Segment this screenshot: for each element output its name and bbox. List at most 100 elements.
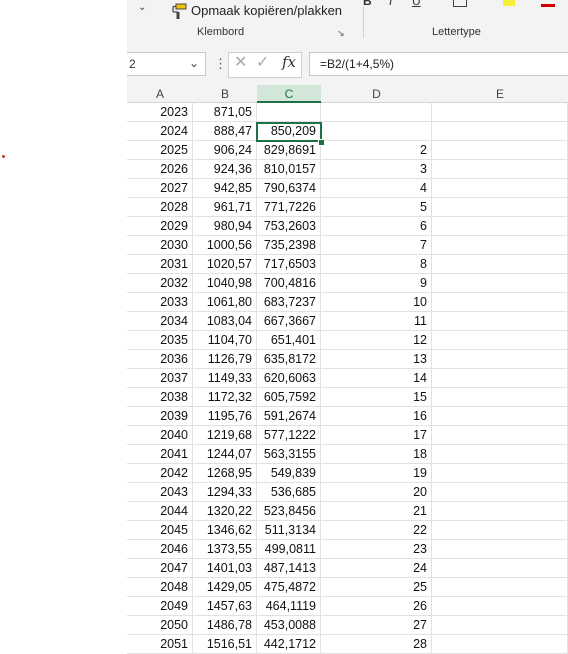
enter-icon[interactable]: ✓ <box>256 52 269 72</box>
cell-b[interactable]: 1172,32 <box>193 388 257 407</box>
cell-d[interactable]: 7 <box>321 236 432 255</box>
italic-button[interactable]: I <box>389 0 392 8</box>
cell-b[interactable]: 888,47 <box>193 122 257 141</box>
cell-a[interactable]: 2029 <box>127 217 193 236</box>
cell-c[interactable]: 620,6063 <box>257 369 321 388</box>
cell-c[interactable]: 487,1413 <box>257 559 321 578</box>
font-color-icon[interactable] <box>541 4 555 7</box>
cell-a[interactable]: 2025 <box>127 141 193 160</box>
column-header-b[interactable]: B <box>193 85 257 103</box>
cell-a[interactable]: 2045 <box>127 521 193 540</box>
cell-c[interactable]: 717,6503 <box>257 255 321 274</box>
cell-c[interactable]: 735,2398 <box>257 236 321 255</box>
cell-b[interactable]: 1486,78 <box>193 616 257 635</box>
cell-a[interactable]: 2028 <box>127 198 193 217</box>
chevron-down-icon[interactable]: ⌄ <box>189 56 199 70</box>
cell-e[interactable] <box>432 255 568 274</box>
cell-a[interactable]: 2036 <box>127 350 193 369</box>
cell-e[interactable] <box>432 388 568 407</box>
cell-d[interactable]: 18 <box>321 445 432 464</box>
cell-c[interactable]: 790,6374 <box>257 179 321 198</box>
format-painter-label[interactable]: Opmaak kopiëren/plakken <box>191 3 342 18</box>
column-header-c[interactable]: C <box>257 85 321 103</box>
cell-b[interactable]: 924,36 <box>193 160 257 179</box>
cell-c[interactable]: 499,0811 <box>257 540 321 559</box>
bold-button[interactable]: B <box>363 0 372 8</box>
spreadsheet-grid[interactable]: A B C D E 2023 871,05 2024 888,47 850,209 202… <box>127 85 568 654</box>
cell-a[interactable]: 2037 <box>127 369 193 388</box>
cell-a[interactable]: 2026 <box>127 160 193 179</box>
cell-b[interactable]: 1219,68 <box>193 426 257 445</box>
cell-e[interactable] <box>432 312 568 331</box>
cell-a[interactable]: 2046 <box>127 540 193 559</box>
cell-e[interactable] <box>432 502 568 521</box>
cell-e[interactable] <box>432 141 568 160</box>
cell-c[interactable]: 536,685 <box>257 483 321 502</box>
cell-a[interactable]: 2038 <box>127 388 193 407</box>
cell-b[interactable]: 1401,03 <box>193 559 257 578</box>
cell-d[interactable]: 8 <box>321 255 432 274</box>
cell-d[interactable]: 23 <box>321 540 432 559</box>
insert-function-button[interactable]: fx <box>282 53 296 71</box>
cell-b[interactable]: 906,24 <box>193 141 257 160</box>
cell-b[interactable]: 1346,62 <box>193 521 257 540</box>
cell-d[interactable]: 25 <box>321 578 432 597</box>
cell-e[interactable] <box>432 483 568 502</box>
cell-e[interactable] <box>432 179 568 198</box>
cell-d[interactable]: 24 <box>321 559 432 578</box>
cell-d[interactable]: 3 <box>321 160 432 179</box>
cell-d[interactable]: 15 <box>321 388 432 407</box>
cell-e[interactable] <box>432 198 568 217</box>
cell-c[interactable]: 563,3155 <box>257 445 321 464</box>
cell-d[interactable] <box>321 103 432 122</box>
cell-d[interactable]: 5 <box>321 198 432 217</box>
cell-d[interactable]: 12 <box>321 331 432 350</box>
cell-a[interactable]: 2044 <box>127 502 193 521</box>
column-header-e[interactable]: E <box>432 85 568 103</box>
cell-a[interactable]: 2031 <box>127 255 193 274</box>
cell-e[interactable] <box>432 160 568 179</box>
cell-d[interactable]: 9 <box>321 274 432 293</box>
cell-e[interactable] <box>432 521 568 540</box>
cell-d[interactable]: 4 <box>321 179 432 198</box>
cell-c[interactable]: 511,3134 <box>257 521 321 540</box>
cell-c[interactable]: 475,4872 <box>257 578 321 597</box>
cell-b[interactable]: 1268,95 <box>193 464 257 483</box>
cell-c[interactable]: 442,1712 <box>257 635 321 654</box>
cancel-icon[interactable]: ✕ <box>234 52 247 72</box>
cell-a[interactable]: 2042 <box>127 464 193 483</box>
cell-b[interactable]: 1294,33 <box>193 483 257 502</box>
cell-a[interactable]: 2032 <box>127 274 193 293</box>
cell-e[interactable] <box>432 616 568 635</box>
cell-e[interactable] <box>432 274 568 293</box>
cell-b[interactable]: 1061,80 <box>193 293 257 312</box>
cell-e[interactable] <box>432 407 568 426</box>
cell-c[interactable]: 829,8691 <box>257 141 321 160</box>
cell-b[interactable]: 1083,04 <box>193 312 257 331</box>
fill-handle[interactable] <box>318 139 325 146</box>
formula-input[interactable]: =B2/(1+4,5%) <box>309 52 568 76</box>
cell-c[interactable]: 591,2674 <box>257 407 321 426</box>
cell-c[interactable]: 700,4816 <box>257 274 321 293</box>
cell-c[interactable]: 753,2603 <box>257 217 321 236</box>
cell-d[interactable]: 26 <box>321 597 432 616</box>
cell-d[interactable]: 10 <box>321 293 432 312</box>
cell-d[interactable]: 6 <box>321 217 432 236</box>
cell-a[interactable]: 2043 <box>127 483 193 502</box>
cell-b[interactable]: 1373,55 <box>193 540 257 559</box>
cell-b[interactable]: 1040,98 <box>193 274 257 293</box>
cell-a[interactable]: 2051 <box>127 635 193 654</box>
cell-e[interactable] <box>432 236 568 255</box>
format-painter-icon[interactable] <box>170 2 188 20</box>
cell-b[interactable]: 1000,56 <box>193 236 257 255</box>
cell-b[interactable]: 961,71 <box>193 198 257 217</box>
cell-e[interactable] <box>432 559 568 578</box>
cell-c[interactable]: 667,3667 <box>257 312 321 331</box>
cell-a[interactable]: 2047 <box>127 559 193 578</box>
cell-c[interactable]: 549,839 <box>257 464 321 483</box>
cell-d[interactable]: 20 <box>321 483 432 502</box>
borders-icon[interactable] <box>453 0 467 7</box>
cell-c[interactable]: 635,8172 <box>257 350 321 369</box>
cell-d[interactable]: 16 <box>321 407 432 426</box>
cell-b[interactable]: 1149,33 <box>193 369 257 388</box>
